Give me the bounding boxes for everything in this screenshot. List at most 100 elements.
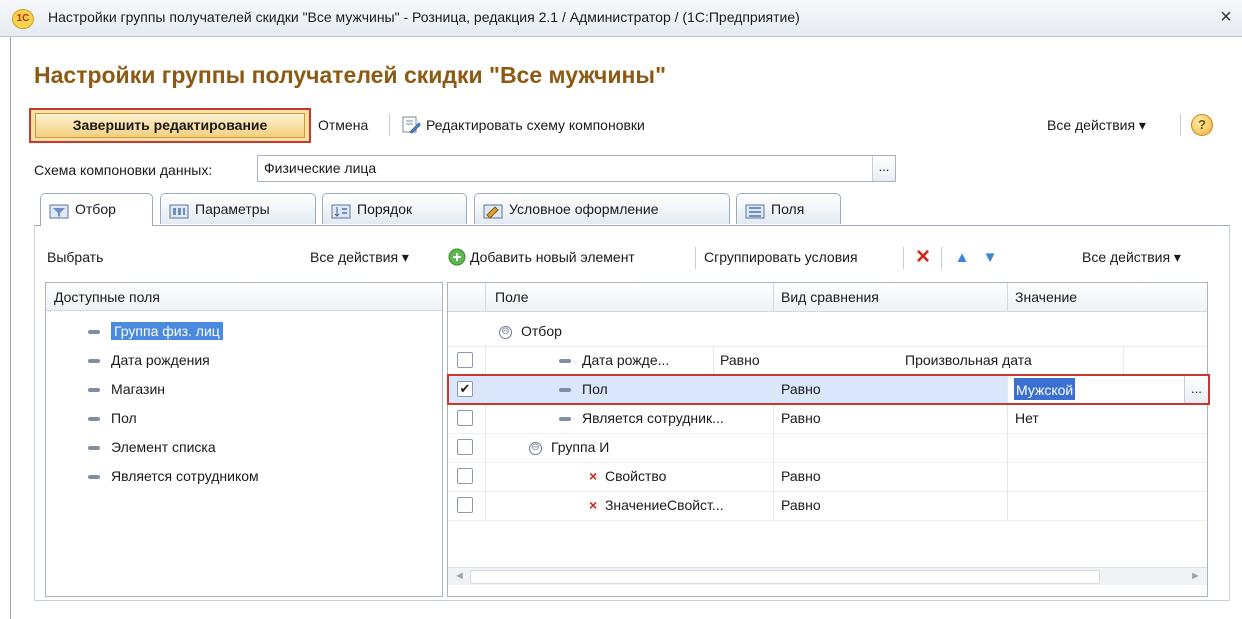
tab-label: Условное оформление xyxy=(509,201,659,217)
add-element-button[interactable]: Добавить новый элемент xyxy=(470,249,635,265)
column-divider xyxy=(773,283,774,311)
list-item[interactable]: Магазин xyxy=(46,375,484,404)
cell-divider xyxy=(1007,433,1008,462)
tab-fields[interactable]: Поля xyxy=(736,193,841,224)
table-row[interactable]: × Свойство Равно xyxy=(448,462,1207,492)
row-field: × Свойство xyxy=(589,468,667,484)
cell-divider xyxy=(485,346,486,375)
schema-select-button[interactable]: ... xyxy=(872,156,895,181)
scrollbar-thumb[interactable] xyxy=(470,570,1100,584)
field-icon xyxy=(88,330,100,335)
table-row[interactable]: × ЗначениеСвойст... Равно xyxy=(448,491,1207,521)
column-field: Поле xyxy=(495,289,529,305)
tab-conditional-format[interactable]: Условное оформление xyxy=(474,193,730,224)
group-conditions-button[interactable]: Сгруппировать условия xyxy=(704,249,858,265)
scroll-right-icon[interactable]: ► xyxy=(1190,568,1201,585)
collapse-icon[interactable]: ⊖ xyxy=(499,325,512,339)
window-titlebar: 1С Настройки группы получателей скидки "… xyxy=(0,0,1242,37)
horizontal-scrollbar[interactable]: ◄ ► xyxy=(448,567,1207,585)
tab-order[interactable]: Порядок xyxy=(322,193,467,224)
row-comparison: Равно xyxy=(781,497,821,513)
close-icon[interactable]: × xyxy=(1214,5,1238,29)
schema-label: Схема компоновки данных: xyxy=(34,162,213,178)
cell-divider xyxy=(773,462,774,491)
row-checkbox[interactable] xyxy=(457,468,473,484)
list-item[interactable]: Группа физ. лиц xyxy=(46,317,484,346)
select-button[interactable]: Выбрать xyxy=(47,249,103,265)
row-checkbox[interactable] xyxy=(457,439,473,455)
filter-table[interactable]: Поле Вид сравнения Значение ⊖ Отбор Дата … xyxy=(447,282,1208,597)
column-value: Значение xyxy=(1015,289,1078,305)
collapse-icon[interactable]: ⊖ xyxy=(529,441,542,455)
help-icon[interactable]: ? xyxy=(1191,114,1213,136)
table-header: Поле Вид сравнения Значение xyxy=(448,283,1207,312)
schema-field[interactable]: Физические лица ... xyxy=(257,155,896,182)
edit-schema-button[interactable]: Редактировать схему компоновки xyxy=(426,117,645,133)
cell-divider xyxy=(485,491,486,520)
cancel-button[interactable]: Отмена xyxy=(318,117,368,133)
parameters-icon xyxy=(169,200,189,219)
row-field: × ЗначениеСвойст... xyxy=(589,497,724,513)
field-icon xyxy=(88,359,100,364)
cell-divider xyxy=(773,433,774,462)
cell-divider xyxy=(1123,346,1124,375)
edit-schema-icon xyxy=(401,115,421,135)
tab-parameters[interactable]: Параметры xyxy=(160,193,316,224)
field-icon xyxy=(559,359,571,364)
group-node: ⊖ Группа И xyxy=(529,433,609,462)
delete-icon[interactable]: × xyxy=(913,245,933,269)
table-row[interactable]: Является сотрудник... Равно Нет xyxy=(448,404,1207,434)
cell-divider xyxy=(1007,462,1008,491)
toolbar-divider xyxy=(941,247,942,269)
row-comparison: Равно xyxy=(720,352,760,368)
cell-divider xyxy=(1007,491,1008,520)
cell-divider xyxy=(773,491,774,520)
row-value: Произвольная дата xyxy=(905,352,1032,368)
row-value: Нет xyxy=(1015,410,1039,426)
list-item[interactable]: Является сотрудником xyxy=(46,462,484,491)
cell-divider xyxy=(1007,404,1008,433)
field-icon xyxy=(88,417,100,422)
field-icon xyxy=(88,446,100,451)
move-down-icon[interactable]: ▼ xyxy=(981,249,999,267)
toolbar-divider xyxy=(903,247,904,269)
right-all-actions-menu[interactable]: Все действия ▾ xyxy=(1082,249,1181,266)
app-logo-icon: 1С xyxy=(12,9,34,29)
group-node: ⊖ Отбор xyxy=(499,317,562,346)
move-up-icon[interactable]: ▲ xyxy=(953,249,971,267)
available-fields-list[interactable]: Доступные поля Группа физ. лиц Дата рожд… xyxy=(45,282,443,597)
finish-editing-button[interactable]: Завершить редактирование xyxy=(35,113,305,138)
page-title: Настройки группы получателей скидки "Все… xyxy=(34,62,666,88)
tab-label: Параметры xyxy=(195,201,270,217)
list-item[interactable]: Дата рождения xyxy=(46,346,484,375)
row-field: Является сотрудник... xyxy=(559,404,724,433)
available-fields-header: Доступные поля xyxy=(46,283,442,311)
filter-icon xyxy=(49,200,69,219)
all-actions-menu[interactable]: Все действия ▾ xyxy=(1047,117,1146,134)
table-row[interactable]: ⊖ Группа И xyxy=(448,433,1207,463)
list-item[interactable]: Пол xyxy=(46,404,484,433)
row-comparison: Равно xyxy=(781,410,821,426)
window-title: Настройки группы получателей скидки "Все… xyxy=(48,9,800,25)
row-checkbox[interactable] xyxy=(457,410,473,426)
cell-divider xyxy=(485,462,486,491)
invalid-field-icon: × xyxy=(589,468,598,484)
left-all-actions-menu[interactable]: Все действия ▾ xyxy=(310,249,409,266)
list-item[interactable]: Элемент списка xyxy=(46,433,484,462)
tab-filter[interactable]: Отбор xyxy=(40,193,153,226)
row-checkbox[interactable] xyxy=(457,497,473,513)
finish-editing-highlight: Завершить редактирование xyxy=(29,108,311,143)
tab-label: Поля xyxy=(771,201,805,217)
column-comparison: Вид сравнения xyxy=(781,289,879,305)
row-comparison: Равно xyxy=(781,468,821,484)
table-row[interactable]: ⊖ Отбор xyxy=(448,317,1207,347)
tab-label: Отбор xyxy=(75,201,116,217)
field-icon xyxy=(88,388,100,393)
scroll-left-icon[interactable]: ◄ xyxy=(454,568,465,585)
toolbar-divider xyxy=(1180,114,1181,136)
table-row[interactable]: Дата рожде... Равно Произвольная дата xyxy=(448,346,1207,376)
field-icon xyxy=(88,475,100,480)
row-checkbox[interactable] xyxy=(457,352,473,368)
cell-divider xyxy=(773,404,774,433)
cell-divider xyxy=(485,433,486,462)
